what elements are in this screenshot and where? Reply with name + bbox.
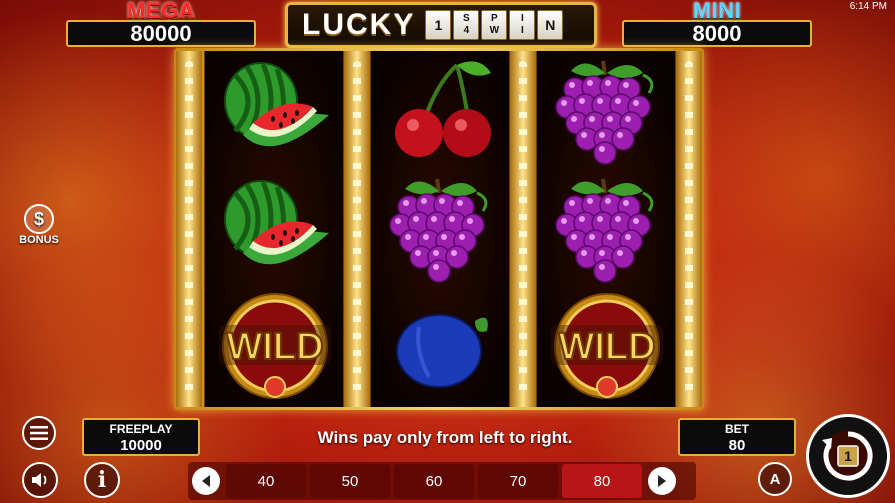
bet-option-selected[interactable]: 80 [562, 464, 642, 498]
menu-button[interactable] [22, 416, 56, 450]
chevron-left-icon [202, 475, 210, 487]
reel-3: WILD [536, 51, 676, 407]
watermelon-symbol [205, 169, 345, 287]
reel-divider [344, 51, 370, 407]
bet-next-button[interactable] [648, 467, 676, 495]
plum-symbol [371, 287, 511, 405]
win-message: Wins pay only from left to right. [317, 428, 573, 447]
bet-option[interactable]: 60 [394, 464, 474, 498]
logo-tile: S4 [453, 10, 480, 40]
bonus-button[interactable]: $ BONUS [10, 200, 68, 250]
bet-value: 80 [728, 437, 746, 454]
info-icon: i [97, 467, 107, 493]
reel-divider [510, 51, 536, 407]
bet-option[interactable]: 70 [478, 464, 558, 498]
mini-jackpot-value: 8000 [622, 20, 812, 47]
sound-button[interactable] [22, 462, 58, 498]
cherries-symbol [371, 51, 511, 169]
bonus-label: BONUS [19, 234, 59, 246]
logo-word: LUCKY [302, 8, 416, 41]
menu-icon [30, 426, 48, 440]
bet-selector: 40 50 60 70 80 [188, 462, 696, 500]
watermelon-symbol [205, 51, 345, 169]
info-button[interactable]: i [84, 462, 120, 498]
bet-option[interactable]: 50 [310, 464, 390, 498]
spin-button[interactable]: 1 [806, 414, 890, 498]
bet-option[interactable]: 40 [226, 464, 306, 498]
svg-text:WILD: WILD [226, 326, 323, 368]
bet-label: BET [725, 422, 749, 436]
logo-tile: II [509, 10, 536, 40]
freeplay-value: 10000 [120, 437, 162, 454]
svg-text:WILD: WILD [558, 326, 655, 368]
reel-2 [370, 51, 510, 407]
mini-jackpot: MINI 8000 [622, 0, 812, 47]
chevron-right-icon [658, 475, 666, 487]
mega-jackpot-label: MEGA [127, 0, 195, 23]
wild-symbol: WILD [205, 287, 345, 405]
reel-1: WILD [204, 51, 344, 407]
grapes-symbol [537, 51, 677, 169]
logo-tile: 1 [425, 10, 452, 40]
speaker-icon [32, 473, 47, 487]
reels-frame: WILD WILD [174, 48, 704, 410]
wild-symbol: WILD [537, 287, 677, 405]
freeplay-label: FREEPLAY [109, 422, 173, 436]
autoplay-button[interactable]: A [758, 462, 792, 496]
dollar-coin-icon: $ [24, 204, 54, 234]
mega-jackpot: MEGA 80000 [66, 0, 256, 47]
grapes-symbol [537, 169, 677, 287]
svg-text:1: 1 [844, 448, 852, 464]
mini-jackpot-label: MINI [692, 0, 742, 23]
status-clock: 6:14 PM [849, 1, 887, 12]
autoplay-label: A [769, 470, 781, 488]
game-logo: LUCKY 1 S4 PW II N [285, 2, 597, 48]
bet-display: BET 80 [678, 418, 796, 456]
logo-tiles: 1 S4 PW II N [425, 10, 564, 40]
reel-divider [676, 51, 702, 407]
logo-tile: PW [481, 10, 508, 40]
mega-jackpot-value: 80000 [66, 20, 256, 47]
freeplay-display: FREEPLAY 10000 [82, 418, 200, 456]
spin-icon: 1 [822, 431, 873, 481]
bet-prev-button[interactable] [192, 467, 220, 495]
reel-divider [176, 51, 202, 407]
grapes-symbol [371, 169, 511, 287]
logo-tile: N [537, 10, 564, 40]
